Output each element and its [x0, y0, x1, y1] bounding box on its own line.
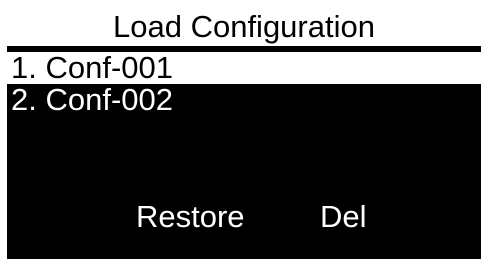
- lcd-screen: Load Configuration 1. Conf-001 2. Conf-0…: [7, 7, 481, 259]
- screen-title: Load Configuration: [7, 7, 481, 46]
- restore-button[interactable]: Restore: [136, 199, 245, 235]
- config-item-conf-002[interactable]: 2. Conf-002: [7, 84, 481, 116]
- delete-button[interactable]: Del: [320, 199, 367, 235]
- config-item-conf-001[interactable]: 1. Conf-001: [7, 52, 481, 84]
- configuration-list: 1. Conf-001 2. Conf-002: [7, 52, 481, 116]
